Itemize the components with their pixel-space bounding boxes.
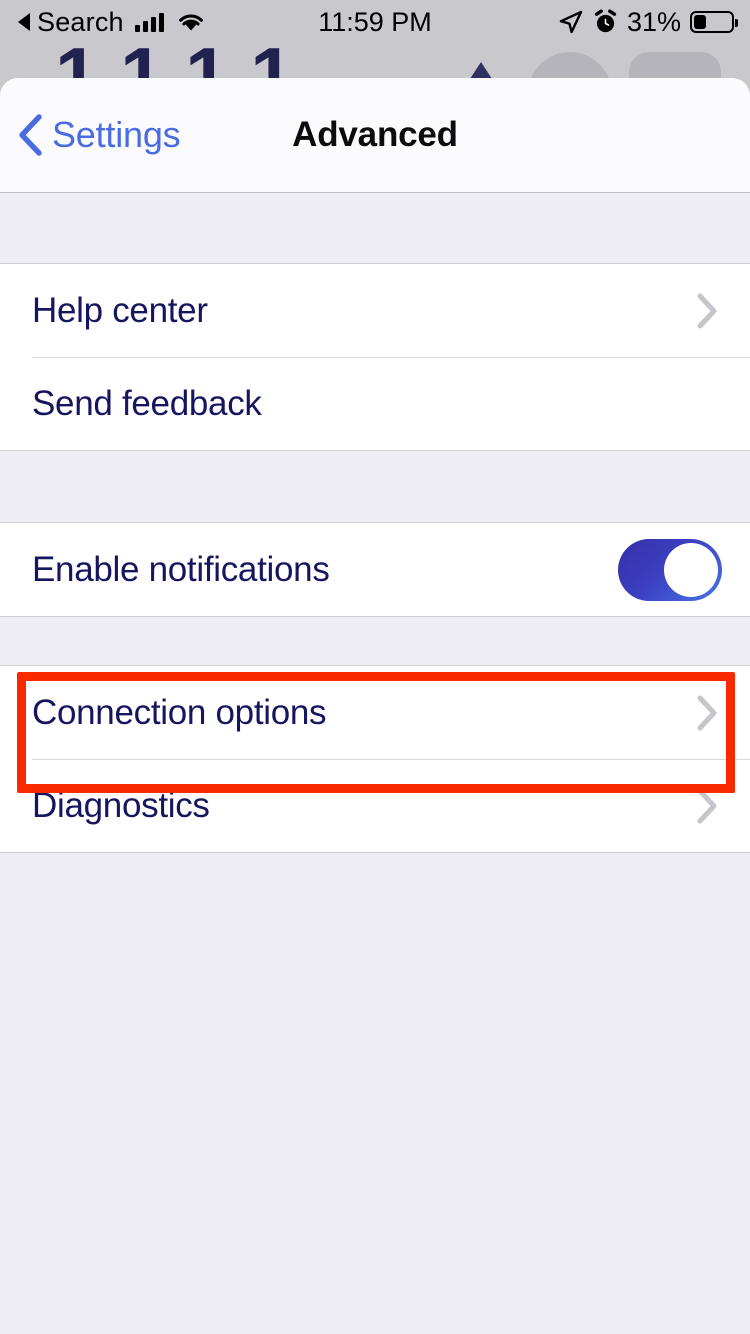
row-label: Connection options [32,692,327,732]
enable-notifications-toggle[interactable] [618,538,722,601]
chevron-right-icon [697,788,717,823]
row-connection-options[interactable]: Connection options [0,666,750,759]
settings-sheet: Settings Advanced Help center Send feedb… [0,78,750,1334]
status-bar: Search 11:59 PM 31% [0,0,750,44]
row-help-center[interactable]: Help center [0,264,750,357]
settings-section-notifications: Enable notifications [0,522,750,617]
battery-percent-label: 31% [626,6,681,37]
chevron-right-icon [697,695,717,730]
location-arrow-icon [559,10,583,34]
row-diagnostics[interactable]: Diagnostics [0,759,750,852]
row-label: Help center [32,290,208,330]
toggle-knob [664,542,718,597]
section-gap [0,193,750,263]
row-label: Send feedback [32,383,262,423]
alarm-clock-icon [594,9,617,33]
page-title: Advanced [292,115,458,154]
chevron-right-icon [697,293,717,328]
status-bar-right: 31% [558,6,738,38]
battery-icon [690,11,738,33]
settings-section-connection: Connection options Diagnostics [0,665,750,853]
row-label: Diagnostics [32,785,210,825]
settings-section-support: Help center Send feedback [0,263,750,451]
section-gap [0,617,750,665]
row-label: Enable notifications [32,549,330,589]
row-send-feedback[interactable]: Send feedback [0,357,750,450]
navigation-bar: Settings Advanced [0,78,750,193]
section-gap [0,451,750,522]
row-enable-notifications[interactable]: Enable notifications [0,523,750,616]
